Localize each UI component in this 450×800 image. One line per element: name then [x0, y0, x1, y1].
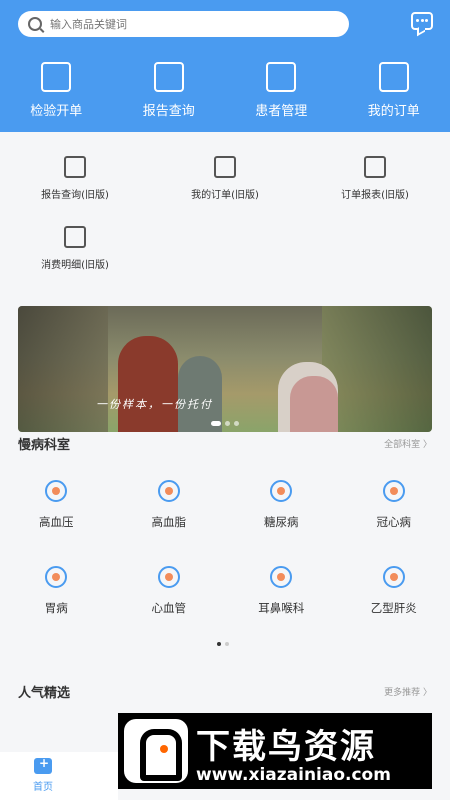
nav-report-query[interactable]: 报告查询 — [113, 62, 226, 119]
nav-label: 报告查询 — [142, 104, 195, 119]
top-nav: 检验开单 报告查询 患者管理 我的订单 — [0, 62, 450, 119]
more-recommend-link[interactable]: 更多推荐 〉 — [384, 685, 432, 698]
dept-coronary[interactable]: 冠心病 — [338, 478, 450, 564]
blood-drop-icon — [157, 480, 180, 502]
watermark-url: www.xiazainiao.com — [196, 765, 391, 785]
legacy-label: 我的订单(旧版) — [191, 190, 259, 201]
nav-label: 检验开单 — [30, 104, 83, 119]
heart-icon — [382, 480, 405, 502]
legacy-grid: 报告查询(旧版) 我的订单(旧版) 订单报表(旧版) 消费明细(旧版) — [0, 150, 450, 290]
legacy-order-report[interactable]: 订单报表(旧版) — [300, 150, 450, 220]
promo-banner[interactable]: 一份样本，一份托付 — [18, 306, 432, 432]
pancreas-icon — [270, 480, 293, 502]
banner-figure — [290, 376, 338, 432]
section-title: 慢病科室 — [18, 438, 71, 453]
search-bar[interactable] — [18, 11, 349, 37]
legacy-expense-detail[interactable]: 消费明细(旧版) — [0, 220, 150, 290]
chronic-section-header: 慢病科室 全部科室 〉 — [18, 434, 432, 453]
checklist-icon — [378, 62, 409, 92]
banner-figure — [118, 336, 178, 432]
pulse-icon — [157, 566, 180, 588]
watermark-title: 下载鸟资源 — [196, 727, 376, 767]
dept-label: 冠心病 — [376, 515, 412, 529]
dept-hepatitis-b[interactable]: 乙型肝炎 — [338, 564, 450, 650]
nav-patient-management[interactable]: 患者管理 — [225, 62, 338, 119]
head-icon — [270, 566, 293, 588]
dept-hypertension[interactable]: 高血压 — [0, 478, 113, 564]
dept-cardiovascular[interactable]: 心血管 — [113, 564, 226, 650]
legacy-label: 消费明细(旧版) — [41, 260, 109, 271]
dept-hyperlipidemia[interactable]: 高血脂 — [113, 478, 226, 564]
nav-my-orders[interactable]: 我的订单 — [338, 62, 450, 119]
department-pager — [217, 642, 229, 646]
dept-label: 高血脂 — [151, 515, 187, 529]
dept-label: 糖尿病 — [264, 515, 299, 529]
legacy-report-query[interactable]: 报告查询(旧版) — [0, 150, 150, 220]
dept-label: 耳鼻喉科 — [258, 601, 305, 615]
popular-section-header: 人气精选 更多推荐 〉 — [18, 682, 432, 701]
section-title: 人气精选 — [18, 686, 71, 701]
dept-stomach[interactable]: 胃病 — [0, 564, 113, 650]
dept-label: 高血压 — [39, 515, 74, 529]
legacy-label: 订单报表(旧版) — [341, 190, 409, 201]
header-bar: 检验开单 报告查询 患者管理 我的订单 — [0, 0, 450, 132]
bird-logo-icon — [124, 719, 188, 783]
nav-label: 我的订单 — [367, 104, 420, 119]
tab-home[interactable]: 首页 — [0, 752, 118, 800]
download-box-icon — [41, 62, 72, 92]
dept-ent[interactable]: 耳鼻喉科 — [225, 564, 338, 650]
message-icon[interactable] — [411, 12, 433, 30]
yuan-edit-icon — [64, 226, 86, 248]
department-grid: 高血压 高血脂 糖尿病 冠心病 胃病 心血管 耳鼻喉科 乙型肝炎 — [0, 478, 450, 650]
dept-label: 乙型肝炎 — [370, 601, 417, 615]
banner-slogan: 一份样本，一份托付 — [96, 398, 213, 411]
search-input[interactable] — [50, 17, 320, 31]
watermark: 下载鸟资源 www.xiazainiao.com — [118, 713, 432, 789]
legacy-label: 报告查询(旧版) — [41, 190, 109, 201]
legacy-my-orders[interactable]: 我的订单(旧版) — [150, 150, 300, 220]
stethoscope-icon — [45, 480, 68, 502]
nav-lab-order[interactable]: 检验开单 — [0, 62, 113, 119]
search-icon — [28, 17, 42, 31]
stomach-icon — [45, 566, 68, 588]
banner-pager — [211, 421, 239, 426]
layers-icon — [266, 62, 297, 92]
report-search-icon — [64, 156, 86, 178]
dept-diabetes[interactable]: 糖尿病 — [225, 478, 338, 564]
dept-label: 胃病 — [44, 601, 68, 615]
report-search-icon — [153, 62, 184, 92]
tab-label: 首页 — [33, 782, 53, 793]
all-departments-link[interactable]: 全部科室 〉 — [384, 437, 432, 450]
liver-icon — [382, 566, 405, 588]
home-icon — [34, 756, 52, 774]
order-search-icon — [214, 156, 236, 178]
dept-label: 心血管 — [151, 601, 187, 615]
clipboard-icon — [364, 156, 386, 178]
nav-label: 患者管理 — [255, 104, 308, 119]
